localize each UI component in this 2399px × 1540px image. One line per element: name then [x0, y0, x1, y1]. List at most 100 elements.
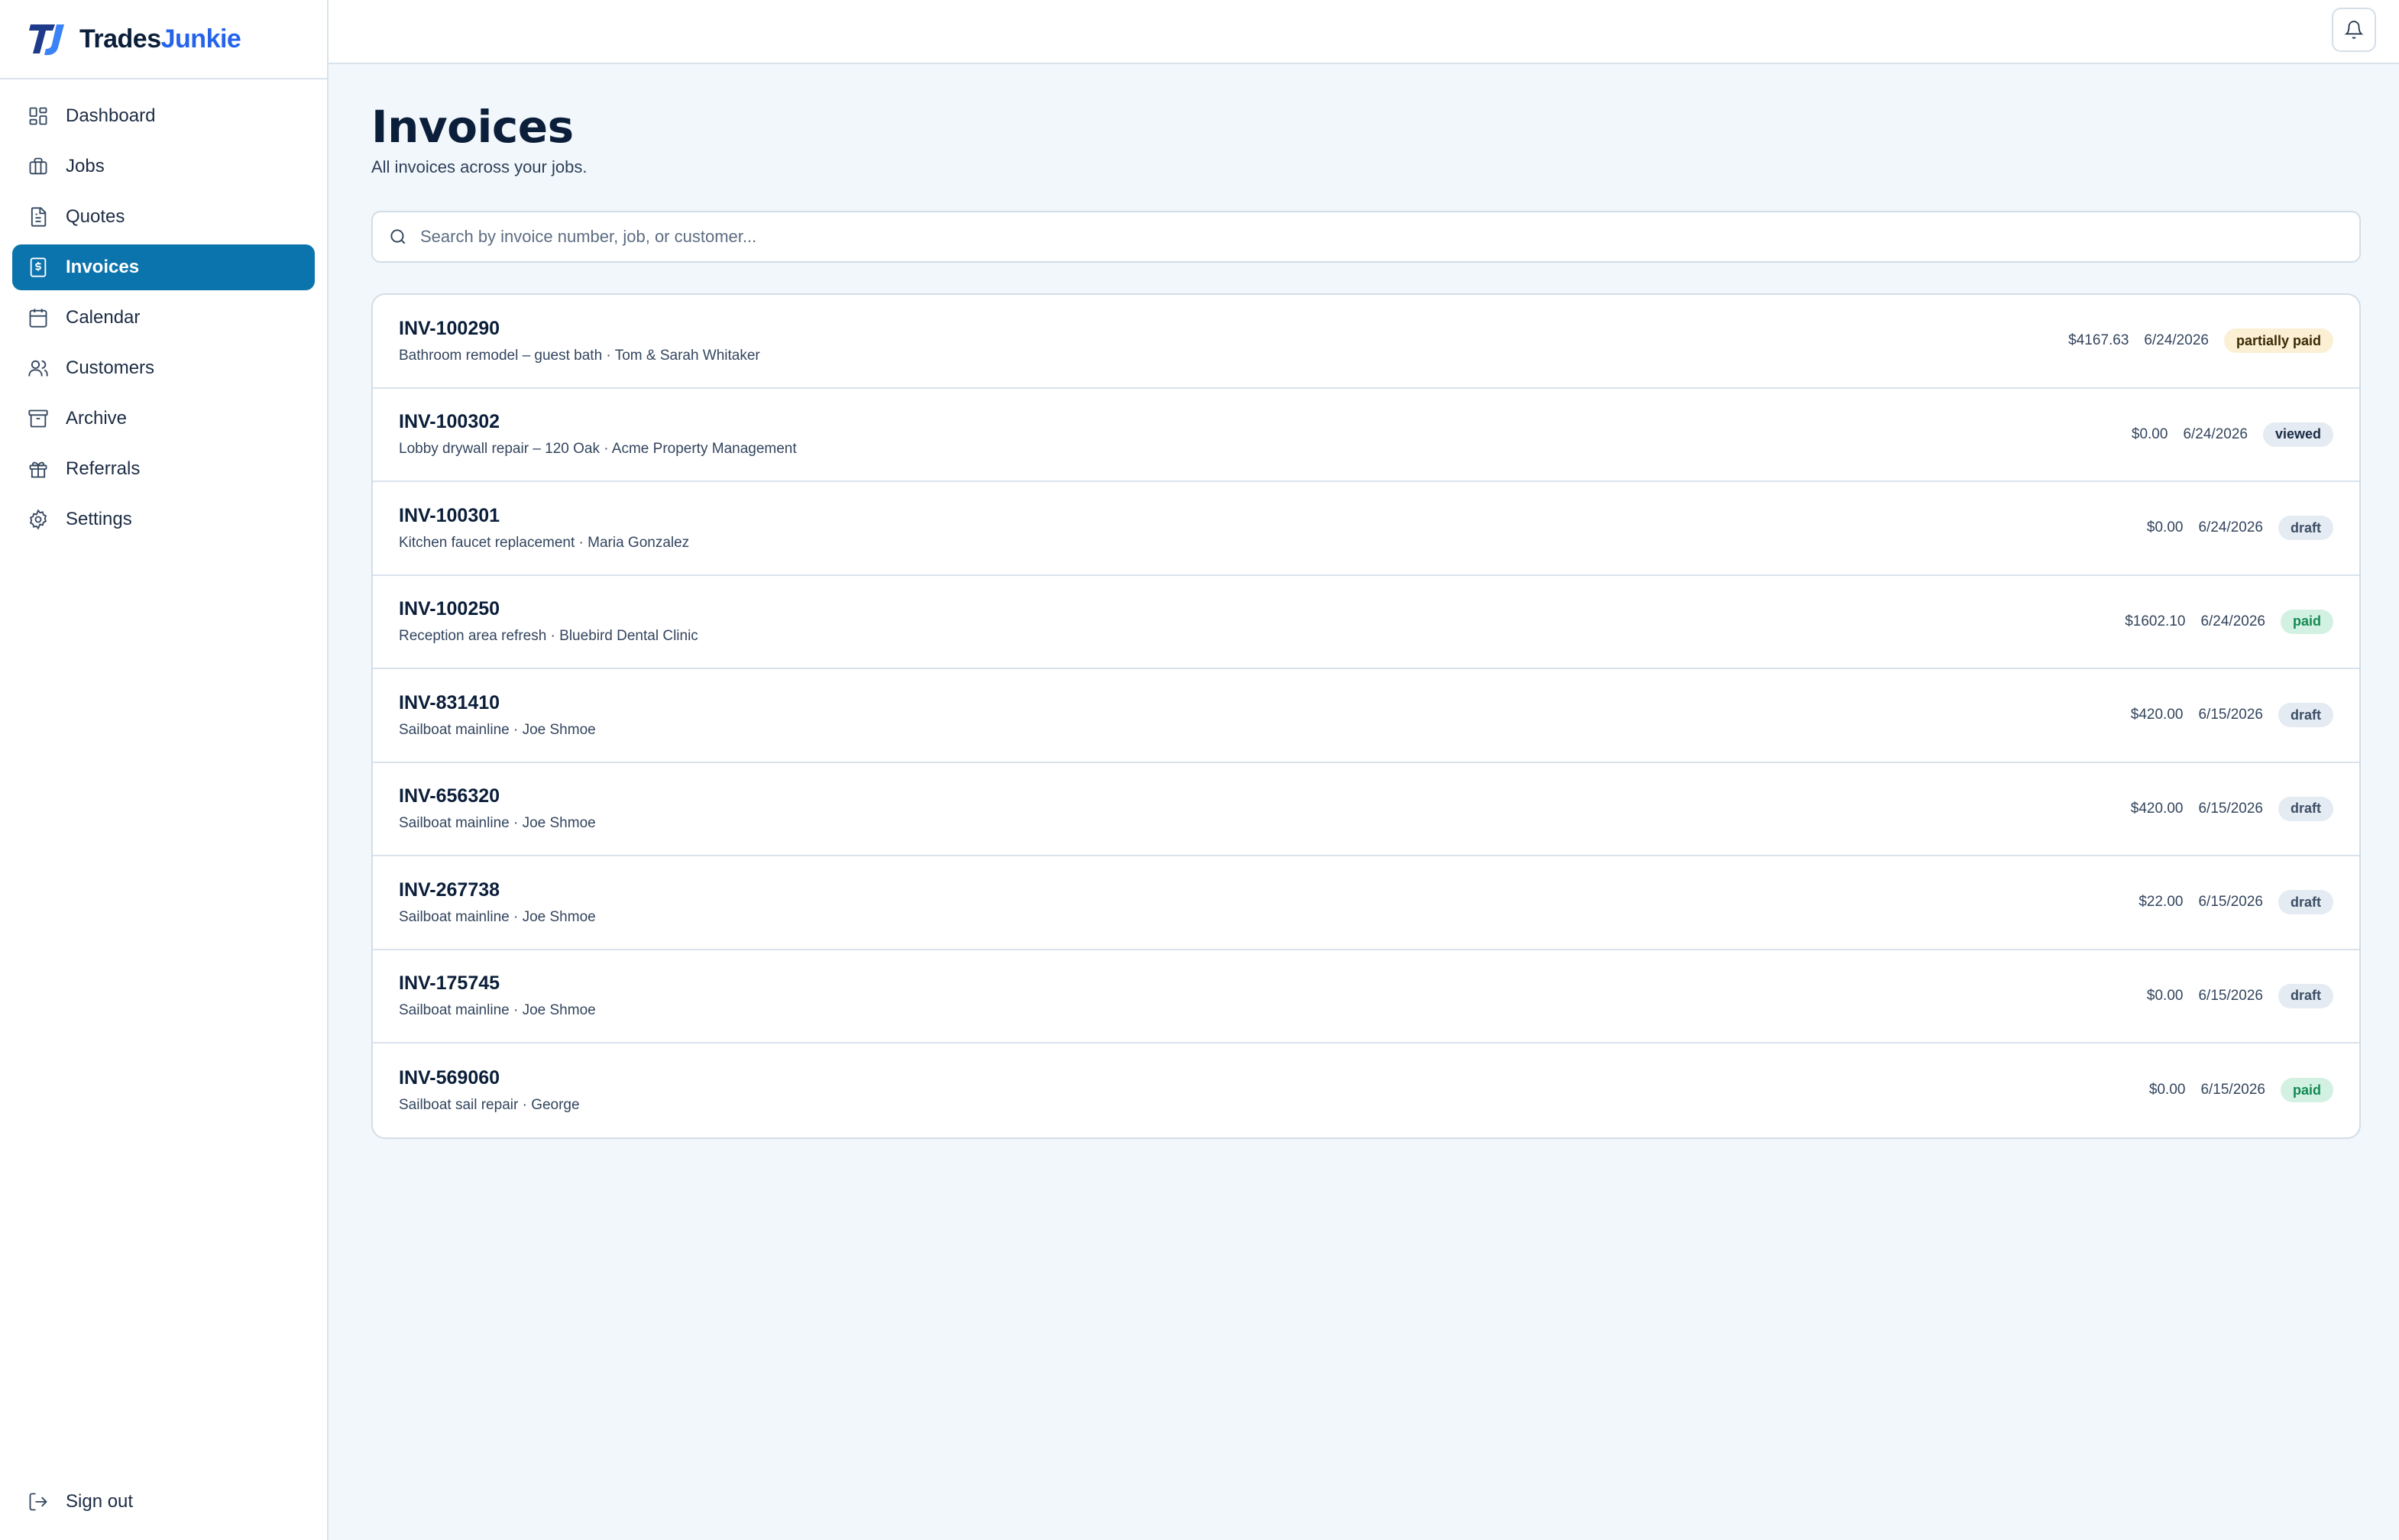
invoice-amount: $0.00 — [2148, 1082, 2186, 1098]
invoice-amount: $0.00 — [2146, 519, 2184, 536]
invoice-row[interactable]: INV-100250 Reception area refresh · Blue… — [373, 576, 2359, 669]
sidebar: TradesJunkie Dashboard Jobs Quotes Invoi… — [0, 0, 329, 1540]
invoice-number: INV-100301 — [399, 504, 500, 526]
page-title: Invoices — [371, 101, 574, 153]
search-input[interactable] — [420, 214, 2359, 260]
sidebar-item-label: Referrals — [66, 458, 141, 479]
sidebar-item-calendar[interactable]: Calendar — [12, 295, 315, 341]
invoice-info: INV-100302 Lobby drywall repair – 120 Oa… — [399, 411, 797, 458]
status-badge: paid — [2280, 609, 2333, 634]
sidebar-item-invoices[interactable]: Invoices — [12, 244, 315, 290]
invoice-amount: $22.00 — [2138, 894, 2184, 911]
bell-icon — [2344, 21, 2364, 39]
invoice-date: 6/24/2026 — [2144, 332, 2209, 349]
sidebar-item-referrals[interactable]: Referrals — [12, 446, 315, 492]
sidebar-item-label: Invoices — [66, 257, 140, 277]
invoice-info: INV-175745 Sailboat mainline · Joe Shmoe — [399, 972, 596, 1019]
brand-name: TradesJunkie — [79, 24, 241, 54]
invoice-row[interactable]: INV-100301 Kitchen faucet replacement · … — [373, 482, 2359, 576]
invoice-date: 6/24/2026 — [2183, 425, 2248, 442]
sidebar-item-label: Archive — [66, 408, 128, 429]
invoice-date: 6/15/2026 — [2200, 1082, 2265, 1098]
status-badge: viewed — [2262, 422, 2333, 447]
dashboard-icon — [28, 105, 49, 127]
invoice-amount: $0.00 — [2146, 987, 2184, 1004]
invoice-meta: $0.00 6/24/2026 viewed — [2132, 422, 2333, 447]
sidebar-item-label: Quotes — [66, 206, 125, 227]
invoice-number: INV-100250 — [399, 598, 500, 620]
invoice-amount: $420.00 — [2130, 800, 2184, 817]
sidebar-item-customers[interactable]: Customers — [12, 345, 315, 391]
status-badge: draft — [2278, 516, 2333, 541]
sidebar-item-label: Customers — [66, 358, 155, 378]
search-bar[interactable] — [371, 211, 2361, 263]
sign-out-button[interactable]: Sign out — [12, 1479, 315, 1525]
invoice-description: Sailboat mainline · Joe Shmoe — [399, 1002, 596, 1019]
archive-icon — [28, 408, 49, 429]
invoice-info: INV-267738 Sailboat mainline · Joe Shmoe — [399, 879, 596, 926]
sign-out-icon — [28, 1491, 49, 1512]
invoice-description: Kitchen faucet replacement · Maria Gonza… — [399, 534, 690, 551]
brand-name-part1: Trades — [79, 24, 161, 53]
page-subtitle: All invoices across your jobs. — [371, 157, 588, 176]
sidebar-item-quotes[interactable]: Quotes — [12, 194, 315, 240]
page-content: Invoices All invoices across your jobs. … — [329, 64, 2399, 1139]
invoice-description: Sailboat mainline · Joe Shmoe — [399, 721, 596, 738]
invoice-info: INV-656320 Sailboat mainline · Joe Shmoe — [399, 785, 596, 832]
invoice-date: 6/15/2026 — [2198, 707, 2263, 723]
gift-icon — [28, 458, 49, 480]
briefcase-icon — [28, 156, 49, 177]
main-area: Invoices All invoices across your jobs. … — [329, 0, 2399, 1540]
notifications-button[interactable] — [2332, 8, 2376, 52]
invoice-date: 6/24/2026 — [2198, 519, 2263, 536]
sign-out-label: Sign out — [66, 1491, 134, 1512]
invoice-info: INV-100301 Kitchen faucet replacement · … — [399, 505, 689, 552]
invoice-row[interactable]: INV-100290 Bathroom remodel – guest bath… — [373, 295, 2359, 389]
brand-logo[interactable]: TradesJunkie — [0, 0, 327, 79]
invoice-description: Sailboat mainline · Joe Shmoe — [399, 815, 596, 832]
invoice-number: INV-175745 — [399, 972, 500, 995]
invoice-description: Bathroom remodel – guest bath · Tom & Sa… — [399, 347, 760, 364]
invoice-row[interactable]: INV-569060 Sailboat sail repair · George… — [373, 1043, 2359, 1137]
invoice-info: INV-569060 Sailboat sail repair · George — [399, 1067, 580, 1114]
calendar-icon — [28, 307, 49, 328]
invoice-meta: $420.00 6/15/2026 draft — [2130, 796, 2333, 821]
logo-icon — [29, 24, 64, 56]
sidebar-item-dashboard[interactable]: Dashboard — [12, 93, 315, 139]
status-badge: partially paid — [2223, 328, 2333, 354]
invoice-meta: $0.00 6/15/2026 paid — [2148, 1078, 2333, 1103]
invoice-description: Sailboat sail repair · George — [399, 1096, 580, 1113]
invoice-row[interactable]: INV-100302 Lobby drywall repair – 120 Oa… — [373, 389, 2359, 482]
status-badge: draft — [2278, 703, 2333, 728]
sidebar-item-settings[interactable]: Settings — [12, 497, 315, 542]
invoice-amount: $4167.63 — [2068, 332, 2129, 349]
invoice-number: INV-831410 — [399, 691, 500, 713]
invoice-row[interactable]: INV-175745 Sailboat mainline · Joe Shmoe… — [373, 950, 2359, 1043]
sidebar-item-archive[interactable]: Archive — [12, 396, 315, 442]
sidebar-nav: Dashboard Jobs Quotes Invoices Calendar … — [0, 79, 327, 542]
invoice-date: 6/15/2026 — [2198, 987, 2263, 1004]
invoice-row[interactable]: INV-831410 Sailboat mainline · Joe Shmoe… — [373, 669, 2359, 763]
invoice-date: 6/15/2026 — [2198, 800, 2263, 817]
invoice-meta: $0.00 6/15/2026 draft — [2146, 983, 2333, 1008]
app-shell: TradesJunkie Dashboard Jobs Quotes Invoi… — [0, 0, 2399, 1540]
invoice-description: Sailboat mainline · Joe Shmoe — [399, 908, 596, 925]
status-badge: draft — [2278, 796, 2333, 821]
invoice-row[interactable]: INV-656320 Sailboat mainline · Joe Shmoe… — [373, 763, 2359, 856]
invoice-number: INV-100302 — [399, 411, 500, 433]
invoice-info: INV-100290 Bathroom remodel – guest bath… — [399, 318, 760, 364]
invoice-list: INV-100290 Bathroom remodel – guest bath… — [371, 293, 2361, 1139]
invoice-number: INV-267738 — [399, 878, 500, 901]
status-badge: draft — [2278, 983, 2333, 1008]
invoice-amount: $0.00 — [2131, 425, 2168, 442]
invoice-number: INV-569060 — [399, 1066, 500, 1089]
invoice-info: INV-100250 Reception area refresh · Blue… — [399, 598, 698, 645]
invoice-number: INV-100290 — [399, 317, 500, 339]
users-icon — [28, 358, 49, 379]
invoice-amount: $1602.10 — [2125, 613, 2186, 629]
invoice-row[interactable]: INV-267738 Sailboat mainline · Joe Shmoe… — [373, 856, 2359, 950]
search-icon — [390, 229, 406, 244]
gear-icon — [28, 509, 49, 530]
status-badge: draft — [2278, 890, 2333, 915]
sidebar-item-jobs[interactable]: Jobs — [12, 144, 315, 189]
